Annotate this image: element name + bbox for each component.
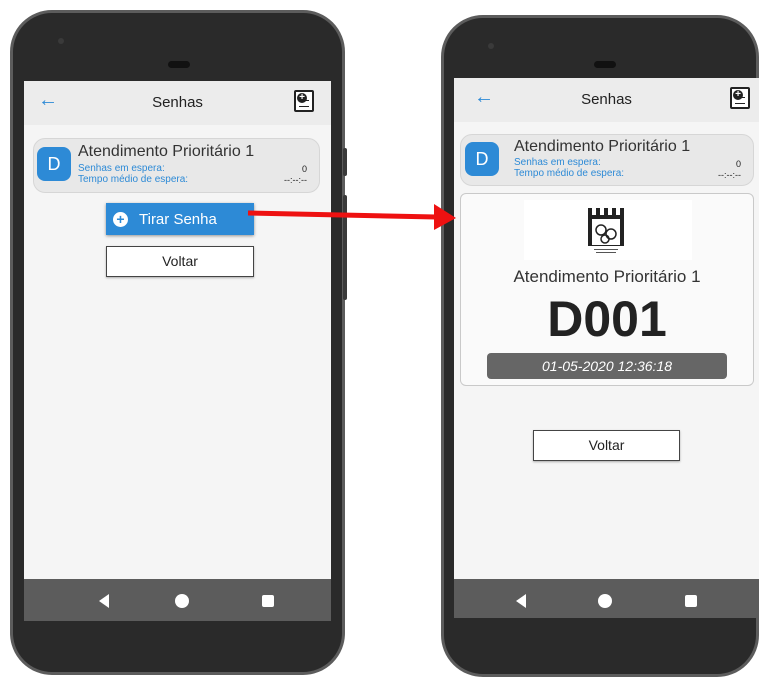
ticket-card: Atendimento Prioritário 1 D001 01-05-202… xyxy=(460,193,754,386)
service-name: Atendimento Prioritário 1 xyxy=(514,138,691,155)
right-screen: ← Senhas + D Atendimento Prioritário 1 S… xyxy=(454,78,759,618)
transition-arrow-icon xyxy=(248,204,456,230)
system-navbar xyxy=(454,579,759,618)
nav-recents-icon[interactable] xyxy=(262,595,274,607)
add-ticket-icon[interactable]: + xyxy=(730,87,750,109)
service-avatar: D xyxy=(465,142,499,176)
add-ticket-icon[interactable]: + xyxy=(294,90,314,112)
institution-logo xyxy=(524,200,692,260)
right-phone-frame: ← Senhas + D Atendimento Prioritário 1 S… xyxy=(441,15,759,677)
left-phone-frame: ← Senhas + D Atendimento Prioritário 1 S… xyxy=(10,10,345,675)
take-ticket-label: Tirar Senha xyxy=(139,211,217,228)
speaker-grille xyxy=(168,61,190,68)
plus-circle-icon: + xyxy=(113,212,128,227)
nav-recents-icon[interactable] xyxy=(685,595,697,607)
page-title: Senhas xyxy=(581,91,632,108)
system-navbar xyxy=(24,579,331,621)
left-phone-volume-button xyxy=(343,148,347,176)
ticket-datetime: 01-05-2020 12:36:18 xyxy=(487,353,727,379)
service-avatar: D xyxy=(37,147,71,181)
back-button[interactable]: Voltar xyxy=(533,430,680,461)
waiting-label: Senhas em espera: xyxy=(514,157,601,168)
camera-icon xyxy=(488,43,494,49)
service-card[interactable]: D Atendimento Prioritário 1 Senhas em es… xyxy=(33,138,320,193)
waiting-value: 0 xyxy=(301,164,307,174)
nav-back-icon[interactable] xyxy=(516,594,526,608)
avg-wait-label: Tempo médio de espera: xyxy=(78,174,189,185)
avg-wait-value: --:--:-- xyxy=(718,170,741,180)
app-header: ← Senhas + xyxy=(24,81,331,125)
service-name: Atendimento Prioritário 1 xyxy=(78,143,255,160)
nav-home-icon[interactable] xyxy=(598,594,612,608)
back-button[interactable]: Voltar xyxy=(106,246,254,277)
avg-wait-value: --:--:-- xyxy=(284,175,307,185)
waiting-value: 0 xyxy=(735,159,741,169)
avg-wait-label: Tempo médio de espera: xyxy=(514,168,625,179)
waiting-label: Senhas em espera: xyxy=(78,163,165,174)
camera-icon xyxy=(58,38,64,44)
app-header: ← Senhas + xyxy=(454,78,759,122)
nav-back-icon[interactable] xyxy=(99,594,109,608)
left-screen: ← Senhas + D Atendimento Prioritário 1 S… xyxy=(24,81,331,621)
service-card[interactable]: D Atendimento Prioritário 1 Senhas em es… xyxy=(460,134,754,186)
speaker-grille xyxy=(594,61,616,68)
take-ticket-button[interactable]: + Tirar Senha xyxy=(106,203,254,235)
ticket-service-name: Atendimento Prioritário 1 xyxy=(513,267,701,286)
page-title: Senhas xyxy=(152,94,203,111)
ticket-code: D001 xyxy=(547,291,667,347)
nav-home-icon[interactable] xyxy=(175,594,189,608)
